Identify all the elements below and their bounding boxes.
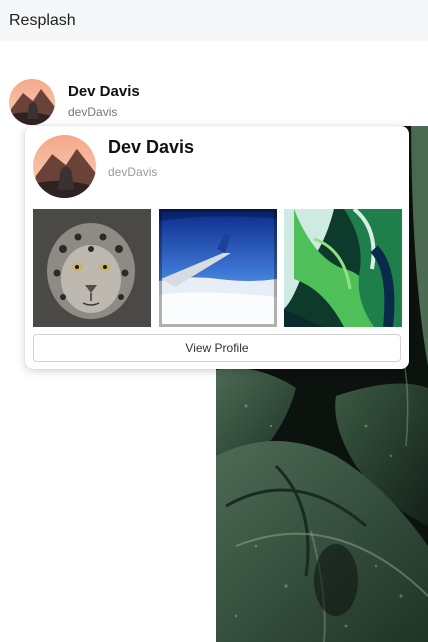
card-avatar[interactable] [33, 135, 96, 198]
app-header: Resplash [0, 0, 428, 41]
user-row[interactable]: Dev Davis devDavis [9, 78, 309, 126]
user-name[interactable]: Dev Davis [68, 83, 140, 100]
photo-thumbnail-snow-leopard[interactable] [33, 209, 151, 327]
card-user-handle: devDavis [108, 165, 158, 179]
app-title: Resplash [9, 11, 76, 29]
photo-thumbnail-fluid-art[interactable] [284, 209, 402, 327]
card-user-name: Dev Davis [108, 137, 195, 157]
photo-thumbnail-airplane-wing[interactable] [159, 209, 277, 327]
profile-hover-card: Dev Davis devDavis View Profile [25, 126, 409, 369]
view-profile-button[interactable]: View Profile [33, 334, 401, 362]
avatar[interactable] [9, 79, 55, 125]
user-handle: devDavis [68, 105, 118, 119]
